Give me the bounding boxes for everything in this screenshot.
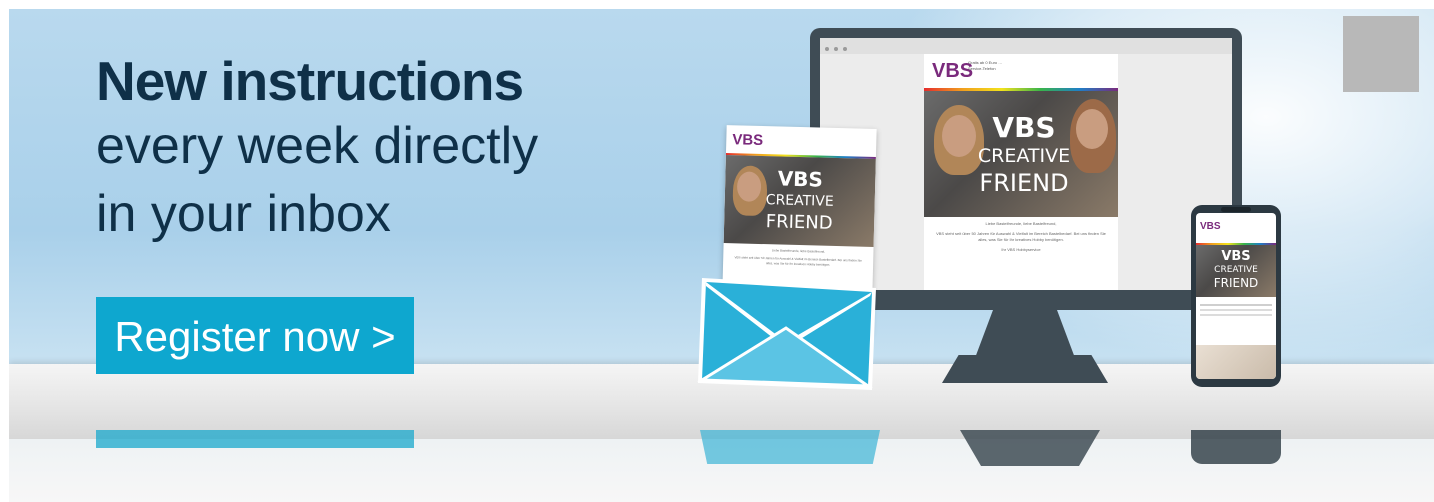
newsletter-preview-desktop: VBS Gratis ab 0 Euro … Service-Telefon V…: [924, 54, 1118, 290]
email-greeting: Liebe Bastelfreunde, liebe Bastelfreund,: [985, 221, 1057, 226]
email-signature: Ihr VBS Hobbyservice: [1001, 247, 1041, 252]
window-dot-icon: [834, 47, 838, 51]
headline: New instructions every week directly in …: [96, 50, 538, 248]
envelope-icon: [697, 278, 876, 390]
vbs-logo: VBS: [1200, 221, 1221, 232]
window-dot-icon: [843, 47, 847, 51]
phone-email-text: [1196, 297, 1276, 345]
vbs-logo: VBS: [932, 60, 974, 82]
letter-header: VBS: [726, 125, 877, 157]
image-creative-text: CREATIVE: [1214, 265, 1258, 275]
register-button-reflection: [96, 430, 414, 448]
image-creative-text: CREATIVE: [765, 192, 834, 210]
envelope-reflection: [700, 430, 880, 464]
image-creative-text: CREATIVE: [977, 145, 1071, 167]
creative-friend-photo: VBS CREATIVE FRIEND: [924, 91, 1118, 217]
phone-email-photo: [1196, 345, 1276, 379]
placeholder-square: [1343, 16, 1419, 92]
image-friend-text: FRIEND: [1213, 276, 1259, 290]
monitor-stand-base: [942, 355, 1108, 383]
creative-friend-photo: VBS CREATIVE FRIEND: [723, 155, 876, 247]
creative-friend-photo: VBS CREATIVE FRIEND: [1196, 245, 1276, 297]
smartphone: VBS VBS CREATIVE FRIEND: [1191, 205, 1281, 387]
monitor-screen: VBS Gratis ab 0 Euro … Service-Telefon V…: [820, 38, 1232, 290]
phone-email-header: VBS: [1196, 213, 1276, 243]
register-now-button[interactable]: Register now >: [96, 297, 414, 374]
email-header: VBS Gratis ab 0 Euro … Service-Telefon: [924, 54, 1118, 88]
image-logo-text: VBS: [1221, 249, 1251, 264]
letter-greeting: Liebe Bastelfreunde, liebe Bastelfreund,: [771, 248, 826, 254]
window-dot-icon: [825, 47, 829, 51]
email-body: Liebe Bastelfreunde, liebe Bastelfreund,…: [924, 217, 1118, 257]
image-logo-text: VBS: [777, 166, 824, 192]
image-friend-text: FRIEND: [979, 169, 1069, 197]
headline-line-1: New instructions: [96, 50, 524, 112]
image-friend-text: FRIEND: [765, 211, 833, 234]
email-body-text: VBS steht seit über 50 Jahren für Auswah…: [936, 231, 1106, 242]
vbs-logo: VBS: [732, 131, 764, 150]
email-header-line-2: Service-Telefon: [968, 66, 996, 71]
browser-chrome: [820, 38, 1232, 54]
person-face: [1076, 109, 1108, 149]
phone-screen: VBS VBS CREATIVE FRIEND: [1196, 213, 1276, 379]
smartphone-reflection: [1191, 430, 1281, 464]
headline-line-2: every week directly: [96, 117, 539, 175]
headline-line-3: in your inbox: [96, 185, 391, 243]
monitor-stand-reflection: [960, 430, 1100, 466]
image-logo-text: VBS: [992, 111, 1056, 144]
phone-notch: [1221, 207, 1251, 212]
email-header-meta: Gratis ab 0 Euro … Service-Telefon: [968, 60, 1002, 72]
